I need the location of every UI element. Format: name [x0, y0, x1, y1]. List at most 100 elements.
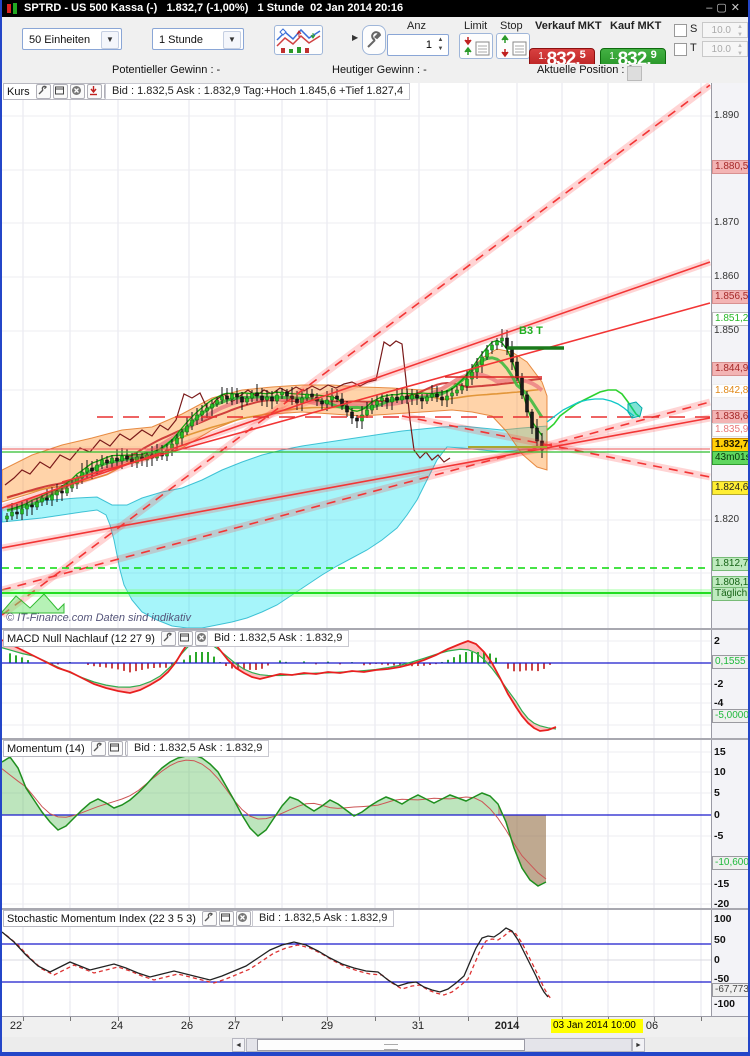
momentum-axis-label: -10,600: [712, 856, 748, 870]
momentum-detach-button[interactable]: [107, 741, 123, 756]
x-tick: [468, 1017, 469, 1021]
chart-type-icon: [276, 28, 321, 53]
price-axis-label: 1.890: [714, 110, 740, 121]
stoch-axis-label: -100: [714, 998, 736, 1010]
limit-label: Limit: [464, 20, 488, 32]
chevron-down-icon[interactable]: ▼: [223, 31, 241, 49]
time-axis[interactable]: 22 24 26 27 29 31 2014 06 03 Jan 2014 10:00: [2, 1016, 748, 1037]
minimize-icon: –: [706, 2, 717, 14]
window-icon: [220, 913, 230, 922]
units-select[interactable]: 50 Einheiten ▼: [22, 28, 122, 50]
anz-label: Anz: [407, 20, 426, 32]
timeframe-select[interactable]: 1 Stunde ▼: [152, 28, 244, 50]
stoch-axis-label: 100: [714, 913, 732, 925]
window-icon: [179, 633, 189, 642]
momentum-axis-label: -15: [714, 878, 730, 890]
kurs-detach-button[interactable]: [52, 84, 68, 99]
bottom-toolbar: ◄ ►: [2, 1037, 748, 1053]
macd-axis-label: -4: [714, 697, 724, 709]
kurs-chart-canvas[interactable]: [2, 83, 711, 628]
wrench-icon: [163, 632, 172, 642]
stop-label: Stop: [500, 20, 523, 32]
window-icon: [54, 86, 64, 95]
momentum-axis-label: 5: [714, 787, 720, 799]
target-checkbox[interactable]: [674, 43, 687, 56]
toolbar-expand-arrow[interactable]: ▶: [352, 33, 358, 42]
momentum-axis-label: 0: [714, 809, 720, 821]
scroll-left-button[interactable]: ◄: [232, 1038, 245, 1052]
price-axis-label: 1.850: [714, 325, 740, 336]
close-position-button[interactable]: [627, 66, 642, 81]
sell-mkt-label: Verkauf MKT: [535, 20, 602, 32]
momentum-panel-header: Momentum (14): [3, 740, 144, 757]
time-axis-label: 27: [227, 1020, 241, 1032]
momentum-panel-title: Momentum (14): [7, 742, 85, 755]
stoch-detach-button[interactable]: [218, 911, 234, 926]
scroll-right-button[interactable]: ►: [632, 1038, 645, 1052]
price-axis-label: 1.842,8: [712, 384, 748, 398]
x-tick: [70, 1017, 71, 1021]
limit-order-icon: [464, 37, 490, 56]
chart-type-button[interactable]: [274, 25, 323, 55]
time-axis-label: 06: [645, 1020, 659, 1032]
window-controls[interactable]: –▢✕: [706, 0, 744, 17]
wrench-icon: [204, 912, 213, 922]
scrollbar-thumb[interactable]: [257, 1039, 525, 1051]
x-tick: [375, 1017, 376, 1021]
macd-axis-label: 2: [714, 635, 720, 647]
macd-axis-label: 0,1555: [712, 655, 748, 669]
cursor-date-label: 03 Jan 2014 10:00: [551, 1019, 643, 1033]
momentum-axis-label: -5: [714, 830, 724, 842]
limit-order-button[interactable]: [459, 33, 493, 59]
kurs-settings-button[interactable]: [35, 84, 51, 99]
price-axis-label: 1.835,9: [712, 423, 748, 437]
pnl-info-row: Potentieller Gewinn : - Heutiger Gewinn …: [2, 64, 748, 82]
stop-distance-input[interactable]: 10.0 ▲ ▼: [702, 22, 748, 38]
time-axis-label: 26: [180, 1020, 194, 1032]
stoch-panel-title: Stochastic Momentum Index (22 3 5 3): [7, 912, 196, 925]
target-distance-input[interactable]: 10.0 ▲ ▼: [702, 41, 748, 57]
current-position: Aktuelle Position : 0: [537, 64, 634, 76]
kurs-panel-title: Kurs: [7, 85, 30, 98]
stop-checkbox[interactable]: [674, 24, 687, 37]
price-axis-label: 1.812,7: [712, 557, 748, 571]
momentum-axis-label: -20: [714, 898, 730, 910]
macd-settings-button[interactable]: [160, 631, 176, 646]
stop-order-icon: [501, 34, 527, 58]
momentum-settings-button[interactable]: [90, 741, 106, 756]
stoch-axis-label: -67,773: [712, 983, 748, 997]
b3t-annotation: B3 T: [519, 325, 543, 337]
price-axis-label: Täglich: [712, 587, 748, 601]
price-axis-label: 1.856,5: [712, 290, 748, 304]
time-axis-label: 2014: [494, 1020, 520, 1032]
window-title: SPTRD - US 500 Kassa (-) 1.832,7 (-1,00%…: [24, 2, 404, 14]
scrollbar-track[interactable]: [246, 1038, 632, 1052]
close-icon: ✕: [730, 2, 744, 14]
stoch-settings-button[interactable]: [201, 911, 217, 926]
price-axis-label: 1.851,2: [712, 312, 748, 326]
price-axis-label: 1.838,6: [712, 410, 748, 424]
stoch-close-button[interactable]: [235, 911, 251, 926]
macd-detach-button[interactable]: [177, 631, 193, 646]
stoch-axis-label: 0: [714, 954, 720, 966]
quantity-stepper[interactable]: 1 ▲ ▼: [387, 34, 449, 56]
chevron-down-icon[interactable]: ▼: [101, 31, 119, 49]
momentum-chart-canvas[interactable]: [2, 740, 711, 908]
main-toolbar: 50 Einheiten ▼ 1 Stunde ▼ ▶ Anz 1 ▲ ▼ Li…: [2, 17, 748, 75]
stop-order-button[interactable]: [496, 33, 530, 59]
quantity-value: 1: [425, 39, 432, 51]
watermark: © IT-Finance.com Daten sind indikativ: [6, 612, 192, 624]
kurs-close-button[interactable]: [69, 84, 85, 99]
time-axis-label: 29: [320, 1020, 334, 1032]
window-border: [2, 1052, 748, 1056]
macd-axis-label: -5,0000: [712, 709, 748, 723]
s-label: S: [690, 23, 698, 35]
stepper-arrows-icon[interactable]: ▲ ▼: [434, 36, 447, 54]
momentum-quote: Bid : 1.832,5 Ask : 1.832,9: [127, 740, 270, 757]
settings-button[interactable]: [362, 25, 386, 55]
today-profit: Heutiger Gewinn : -: [332, 64, 427, 76]
price-axis-label: 1.860: [714, 271, 740, 282]
chart-sell-button[interactable]: [86, 84, 102, 99]
wrench-icon: [93, 742, 102, 752]
stepper-arrows-icon: ▲ ▼: [737, 43, 743, 57]
